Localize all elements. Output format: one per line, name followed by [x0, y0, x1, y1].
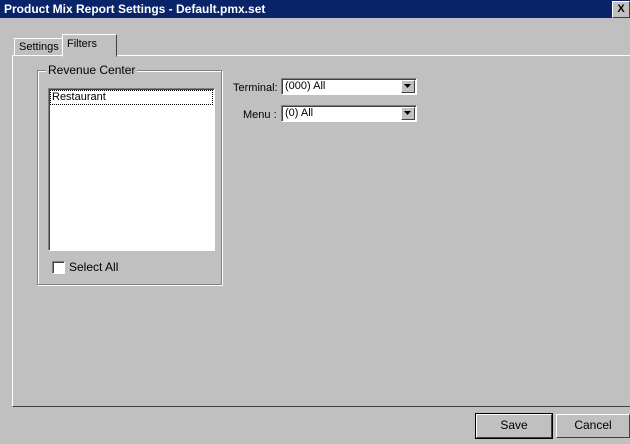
menu-label: Menu : — [243, 109, 277, 121]
revenue-center-group-label: Revenue Center — [46, 63, 138, 77]
save-button[interactable]: Save — [475, 413, 553, 439]
list-item[interactable]: Restaurant — [50, 90, 213, 105]
title-bar: Product Mix Report Settings - Default.pm… — [0, 0, 630, 18]
terminal-label: Terminal: — [233, 82, 278, 94]
chevron-down-icon — [404, 111, 411, 115]
chevron-down-icon — [404, 84, 411, 88]
close-icon[interactable]: X — [612, 1, 630, 18]
menu-select[interactable]: (0) All — [281, 105, 417, 122]
menu-value: (0) All — [285, 107, 314, 119]
window-title: Product Mix Report Settings - Default.pm… — [4, 2, 266, 16]
revenue-center-list[interactable]: Restaurant — [48, 88, 215, 251]
menu-dropdown-button[interactable] — [401, 107, 415, 120]
terminal-select[interactable]: (000) All — [281, 78, 417, 95]
terminal-dropdown-button[interactable] — [401, 80, 415, 93]
tab-filters[interactable]: Filters — [62, 34, 117, 57]
cancel-button[interactable]: Cancel — [556, 414, 630, 438]
terminal-value: (000) All — [285, 80, 326, 92]
select-all-label[interactable]: Select All — [69, 260, 118, 274]
select-all-checkbox[interactable] — [52, 261, 65, 274]
